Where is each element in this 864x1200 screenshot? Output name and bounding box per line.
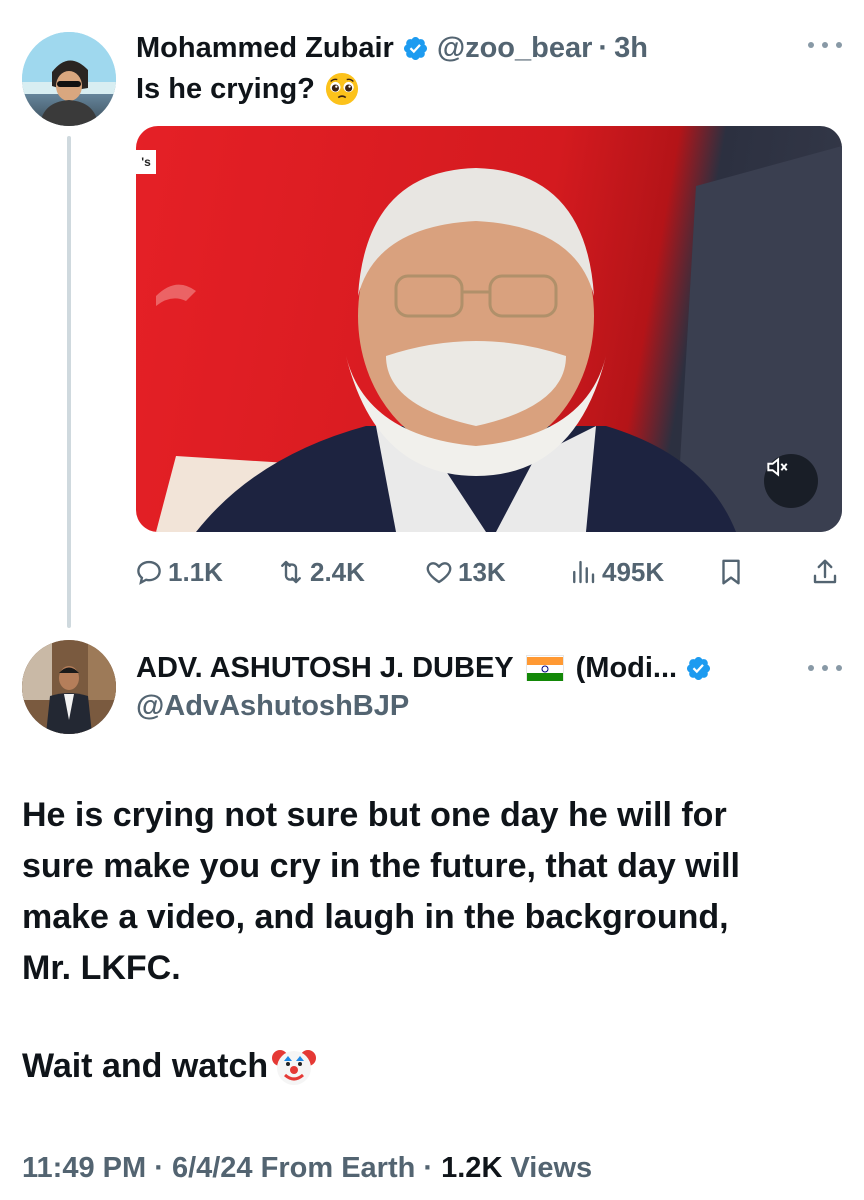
like-count: 13K xyxy=(458,556,506,587)
india-flag-icon xyxy=(525,655,564,681)
pleading-face-emoji xyxy=(325,72,359,106)
tweet1-header: Mohammed Zubair @zoo_bear · 3h xyxy=(136,28,648,68)
tweet-meta-footer: 11:49 PM · 6/4/24 From Earth · 1.2K View… xyxy=(22,1152,592,1185)
closing-text: Wait and watch xyxy=(22,1046,269,1085)
retweet-button[interactable]: 2.4K xyxy=(276,552,365,592)
separator-dot: · xyxy=(154,1152,164,1184)
views-count: 495K xyxy=(602,556,665,587)
tweet1-actions: 1.1K 2.4K 13K 495K xyxy=(134,552,846,592)
separator-dot: · xyxy=(598,31,609,64)
views-label: Views xyxy=(510,1152,593,1184)
views-icon xyxy=(573,560,595,584)
tweet-text-line: Mr. LKFC. xyxy=(22,949,181,987)
avatar[interactable] xyxy=(22,640,116,734)
tweet2-header: ADV. ASHUTOSH J. DUBEY (Modi... xyxy=(136,648,720,688)
tweet-text-line: make a video, and laugh in the backgroun… xyxy=(22,898,729,936)
retweet-icon xyxy=(281,560,301,584)
share-icon xyxy=(813,559,837,584)
views-count[interactable]: 1.2K xyxy=(441,1152,502,1184)
share-button[interactable] xyxy=(810,552,844,592)
tweet2-closing: Wait and watch xyxy=(22,1044,317,1088)
bookmark-icon xyxy=(722,559,740,585)
reply-icon xyxy=(137,560,161,585)
tweet-time[interactable]: 11:49 PM xyxy=(22,1152,146,1184)
avatar[interactable] xyxy=(22,32,116,126)
author-handle[interactable]: @AdvAshutoshBJP xyxy=(136,690,409,723)
reply-count: 1.1K xyxy=(168,556,223,587)
tweet-text-line: sure make you cry in the future, that da… xyxy=(22,847,740,885)
tweet-text: Is he crying? xyxy=(136,72,315,105)
verified-badge-icon xyxy=(685,655,712,682)
author-name[interactable]: Mohammed Zubair xyxy=(136,32,394,65)
clown-face-emoji xyxy=(272,1044,317,1088)
author-name-suffix[interactable]: (Modi... xyxy=(576,652,677,685)
mute-button[interactable] xyxy=(764,454,818,508)
author-name[interactable]: ADV. ASHUTOSH J. DUBEY xyxy=(136,652,514,685)
media-corner-label: 's xyxy=(136,150,156,174)
reply-button[interactable]: 1.1K xyxy=(134,552,223,592)
tweet1-text: Is he crying? xyxy=(136,72,359,106)
tweet2-text: He is crying not sure but one day he wil… xyxy=(22,790,842,994)
retweet-count: 2.4K xyxy=(310,556,365,587)
mute-icon xyxy=(767,457,788,477)
more-options-icon[interactable] xyxy=(808,40,842,50)
tweet-date[interactable]: 6/4/24 xyxy=(172,1152,253,1184)
thread-connector-line xyxy=(67,136,71,628)
author-handle[interactable]: @zoo_bear xyxy=(437,32,593,65)
like-button[interactable]: 13K xyxy=(424,552,506,592)
tweet-text-line: He is crying not sure but one day he wil… xyxy=(22,796,727,834)
views-button[interactable]: 495K xyxy=(568,552,664,592)
tweet-timestamp[interactable]: 3h xyxy=(614,32,648,65)
bookmark-button[interactable] xyxy=(716,552,750,592)
verified-badge-icon xyxy=(402,35,429,62)
tweet-source: From Earth xyxy=(260,1152,416,1184)
separator-dot: · xyxy=(423,1152,434,1184)
more-options-icon[interactable] xyxy=(808,663,842,673)
tweet-video[interactable]: 's xyxy=(136,126,842,532)
like-icon xyxy=(426,562,452,584)
